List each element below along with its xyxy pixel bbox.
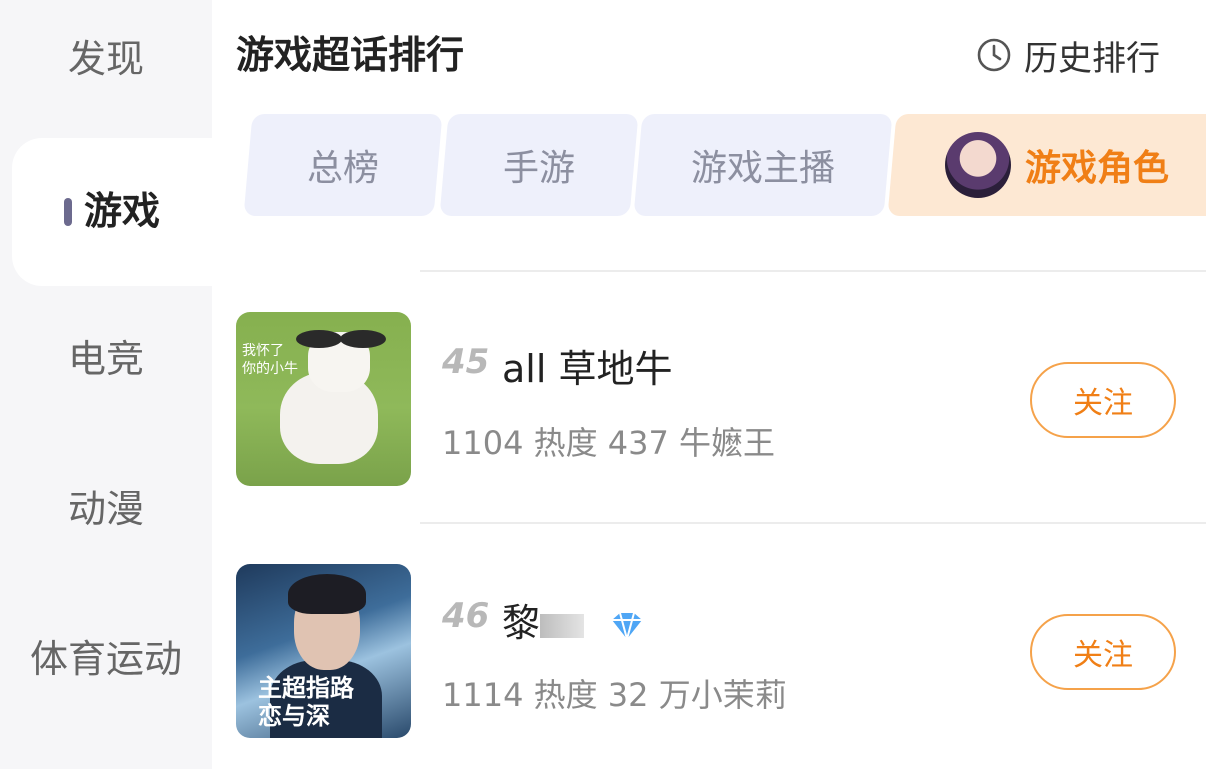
rank-number: 46: [442, 596, 490, 636]
sidebar-item-anime[interactable]: 动漫: [0, 484, 212, 534]
active-indicator: [64, 198, 72, 226]
page-title: 游戏超话排行: [236, 33, 465, 77]
sidebar-item-esports[interactable]: 电竞: [0, 334, 212, 384]
topic-thumbnail: 主超指路 恋与深: [236, 564, 411, 738]
diamond-icon: [612, 612, 643, 642]
topic-name: 黎: [502, 592, 646, 647]
divider: [420, 522, 1206, 524]
tab-overall[interactable]: 总榜: [243, 114, 443, 216]
character-avatar: [944, 132, 1011, 198]
tab-mobile-games[interactable]: 手游: [439, 114, 639, 216]
category-sidebar: 发现 电竞 动漫 体育运动: [0, 0, 212, 769]
rank-number: 45: [442, 342, 490, 382]
tab-game-streamers[interactable]: 游戏主播: [633, 114, 893, 216]
clock-icon: [977, 38, 1011, 72]
list-item[interactable]: 主超指路 恋与深 46 黎 1114 热度 32 万小茉莉 关注: [236, 564, 1206, 740]
sidebar-item-label: 游戏: [84, 189, 161, 233]
topic-stats: 1104 热度 437 牛嬷王: [442, 424, 776, 462]
redacted-text: [540, 613, 585, 638]
sidebar-item-sports[interactable]: 体育运动: [0, 634, 212, 684]
divider: [420, 270, 1206, 272]
thumbnail-caption: 我怀了 你的小牛: [242, 343, 298, 377]
follow-button[interactable]: 关注: [1030, 362, 1176, 438]
tab-game-characters[interactable]: 游戏角色: [887, 114, 1206, 216]
sidebar-item-discover[interactable]: 发现: [0, 34, 212, 134]
history-ranking-button[interactable]: 历史排行: [976, 30, 1160, 80]
history-ranking-label: 历史排行: [1024, 38, 1160, 79]
follow-button[interactable]: 关注: [1030, 614, 1176, 690]
topic-stats: 1114 热度 32 万小茉莉: [442, 676, 787, 714]
list-item[interactable]: 我怀了 你的小牛 45 all 草地牛 1104 热度 437 牛嬷王 关注: [236, 312, 1206, 488]
topic-name: all 草地牛: [502, 347, 673, 391]
topic-thumbnail: 我怀了 你的小牛: [236, 312, 411, 486]
thumbnail-caption: 主超指路 恋与深: [258, 673, 354, 730]
tab-label: 游戏角色: [1024, 148, 1169, 189]
